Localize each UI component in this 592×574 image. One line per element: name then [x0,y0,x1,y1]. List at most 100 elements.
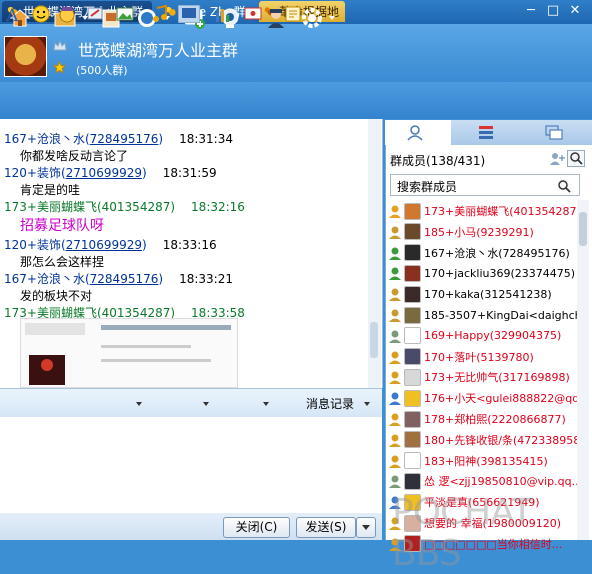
member-name: 怂 逻<zjj19850810@vip.qq.... [424,475,578,489]
member-name: 169+Happy(329904375) [424,329,562,343]
member-item[interactable]: 185+小马(9239291) [388,222,578,242]
member-avatar [404,410,421,428]
watermark: POCHAT BBS [392,492,533,574]
screenshot-thumbnail [21,319,237,387]
message-header: 167+沧浪丶水(728495176) 18:33:21 [4,272,233,286]
magic-emoji-icon[interactable] [58,5,76,23]
member-role-icon [389,475,401,489]
member-role-icon [389,392,401,406]
search-placeholder: 搜索群成员 [397,180,458,194]
member-item[interactable]: 169+Happy(329904375) [388,326,578,346]
message-history-button[interactable]: 消息记录 [306,395,354,412]
member-item[interactable]: 178+郑柏熙(2220866877) [388,409,578,429]
member-name: 170+落叶(5139780) [424,350,534,364]
member-scrollbar-thumb[interactable] [579,212,587,246]
minimize-button[interactable]: ─ [522,3,540,19]
history-icon[interactable] [284,5,302,23]
member-search-input[interactable]: 搜索群成员 [390,174,580,196]
member-name: 185-3507+KingDai<daighchp... [424,308,578,322]
member-avatar [404,389,421,407]
message-text: 肯定是的哇 [20,183,81,197]
group-name: 世茂蝶湖湾万人业主群 [78,41,239,60]
member-avatar [404,472,421,490]
member-name: 185+小马(9239291) [424,225,534,239]
member-item[interactable]: 170+kaka(312541238) [388,284,578,304]
member-panel-tabs [385,120,592,145]
member-role-icon [389,247,401,260]
search-icon [558,180,571,193]
chevron-down-icon[interactable] [364,402,370,406]
sender-qq-link[interactable]: 2710699929 [66,238,142,252]
message-list: 167+沧浪丶水(728495176) 18:31:34 你都发啥反动言论了 12… [4,131,366,322]
chart-icon[interactable] [214,5,232,23]
message-input[interactable] [0,417,382,513]
member-scrollbar[interactable] [577,200,589,540]
send-options-button[interactable] [356,517,376,538]
member-item[interactable]: 185-3507+KingDai<daighchp... [388,305,578,325]
member-item[interactable]: 173+美丽蝴蝶飞(401354287) [388,201,578,221]
message-header: 173+美丽蝴蝶飞(401354287) 18:32:16 [4,200,245,214]
chevron-down-icon[interactable] [136,402,142,406]
member-role-icon [389,330,401,343]
message-time: 18:32:16 [191,200,245,214]
member-item[interactable]: 176+小天<gulei888822@qq.... [388,388,578,408]
message-text: 你都发啥反动言论了 [20,149,129,163]
emoji-icon[interactable] [32,5,50,23]
member-item[interactable]: 183+阳神(398135415) [388,451,578,471]
crown-icon [53,40,67,51]
sender-qq-link[interactable]: 728495176 [90,272,159,286]
chevron-down-icon [362,525,370,530]
maximize-button[interactable]: □ [544,3,562,19]
member-name: 176+小天<gulei888822@qq.... [424,392,578,406]
chat-scrollbar-thumb[interactable] [370,322,378,358]
member-item[interactable]: 180+先锋收银/条(472338958) [388,430,578,450]
tab-members[interactable] [385,120,451,145]
member-item[interactable]: 170+落叶(5139780) [388,347,578,367]
chevron-down-icon[interactable] [263,402,269,406]
member-avatar [404,285,421,303]
chat-history[interactable]: 167+沧浪丶水(728495176) 18:31:34 你都发啥反动言论了 12… [0,119,383,388]
member-name: 173+无比帅气(317169898) [424,371,570,385]
member-item[interactable]: 173+无比帅气(317169898) [388,367,578,387]
send-button[interactable]: 发送(S) [296,517,356,538]
music-icon[interactable] [151,5,169,23]
member-name: 170+jackliu369(23374475) [424,266,576,280]
member-role-icon [389,226,401,239]
chevron-down-icon[interactable] [203,402,209,406]
group-avatar[interactable] [4,36,47,77]
member-role-icon [389,371,401,385]
screenshot-icon[interactable] [178,5,200,23]
shake-icon[interactable] [86,5,104,23]
chevron-down-icon[interactable] [329,16,335,20]
member-item[interactable]: 167+沧浪丶水(728495176) [388,243,578,263]
list-icon [479,126,493,139]
font-icon[interactable]: A [4,5,22,23]
message-text: 招募足球队呀 [20,218,104,234]
member-item[interactable]: 怂 逻<zjj19850810@vip.qq.... [388,471,578,491]
sender-qq-link[interactable]: 728495176 [90,132,159,146]
tab-announcements[interactable] [453,120,519,145]
member-name: 178+郑柏熙(2220866877) [424,413,566,426]
member-avatar [404,264,421,282]
member-name: 170+kaka(312541238) [424,287,552,301]
screen-share-icon[interactable] [244,5,262,23]
member-avatar [404,348,421,366]
member-search-toggle[interactable] [567,150,585,167]
windows-icon [545,125,563,140]
image-icon[interactable] [116,5,134,23]
member-item[interactable]: 170+jackliu369(23374475) [388,263,578,283]
shared-screenshot-image[interactable] [20,318,238,388]
add-member-icon[interactable] [549,151,565,166]
members-icon [407,125,423,141]
member-name: 183+阳神(398135415) [424,454,548,468]
settings-icon[interactable] [300,6,324,30]
sender-qq-link[interactable]: 2710699929 [66,166,142,180]
close-window-button[interactable]: ✕ [566,3,584,19]
member-count-title: 群成员(138/431) [390,154,486,168]
member-role-icon [389,413,401,426]
tab-windows[interactable] [521,120,587,145]
member-role-icon [389,288,401,302]
message-time: 18:31:59 [162,166,217,180]
member-name: 167+沧浪丶水(728495176) [424,246,570,260]
close-button[interactable]: 关闭(C) [223,517,290,538]
